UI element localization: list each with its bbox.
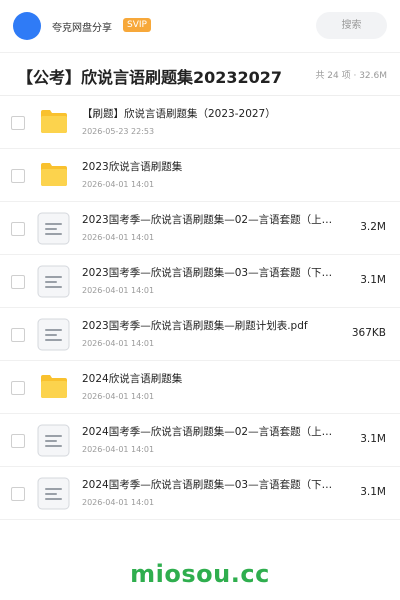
document-icon [37,477,70,510]
file-name: 2024欣说言语刷题集 [82,373,183,385]
file-date: 2026-04-01 14:01 [82,339,155,348]
file-name: 2024国考季—欣说言语刷题集—02—言语套题（上… [82,426,333,438]
file-row[interactable]: 2023国考季—欣说言语刷题集—刷题计划表.pdf 2026-04-01 14:… [0,308,400,361]
document-icon [37,212,70,245]
file-row[interactable]: 2024欣说言语刷题集 2026-04-01 14:01 [0,361,400,414]
document-icon [37,318,70,351]
file-date: 2026-04-01 14:01 [82,286,155,295]
share-header: 夸克网盘分享 SVIP 搜索 [0,0,400,53]
row-checkbox[interactable] [11,381,25,395]
file-size: 3.1M [360,274,386,286]
row-checkbox[interactable] [11,222,25,236]
file-date: 2026-04-01 14:01 [82,180,155,189]
file-row[interactable]: 2023国考季—欣说言语刷题集—03—言语套题（下… 2026-04-01 14… [0,255,400,308]
row-checkbox[interactable] [11,116,25,130]
file-date: 2026-04-01 14:01 [82,392,155,401]
row-checkbox[interactable] [11,434,25,448]
folder-meta: 共 24 项 · 32.6M [315,71,387,81]
folder-icon [41,163,67,186]
file-date: 2026-04-01 14:01 [82,498,155,507]
app-name: 夸克网盘分享 [52,23,112,34]
file-name: 【刷题】欣说言语刷题集（2023-2027） [82,108,276,120]
watermark: miosou.cc [130,560,270,588]
file-date: 2026-05-23 22:53 [82,127,155,136]
file-list: 【刷题】欣说言语刷题集（2023-2027） 2026-05-23 22:53 … [0,96,400,520]
avatar[interactable] [13,12,41,40]
file-date: 2026-04-01 14:01 [82,445,155,454]
document-icon [37,265,70,298]
file-size: 367KB [351,327,386,339]
file-name: 2024国考季—欣说言语刷题集—03—言语套题（下… [82,479,333,491]
file-size: 3.2M [360,221,386,233]
folder-icon [41,375,67,398]
file-row[interactable]: 【刷题】欣说言语刷题集（2023-2027） 2026-05-23 22:53 [0,96,400,149]
file-name: 2023国考季—欣说言语刷题集—刷题计划表.pdf [82,320,308,332]
document-icon [37,424,70,457]
file-row[interactable]: 2024国考季—欣说言语刷题集—03—言语套题（下… 2026-04-01 14… [0,467,400,520]
file-name: 2023国考季—欣说言语刷题集—02—言语套题（上… [82,214,333,226]
page-title: 【公考】欣说言语刷题集20232027 [17,68,283,87]
search-input[interactable]: 搜索 [316,12,387,39]
row-checkbox[interactable] [11,487,25,501]
row-checkbox[interactable] [11,169,25,183]
file-name: 2023国考季—欣说言语刷题集—03—言语套题（下… [82,267,333,279]
folder-icon [41,110,67,133]
file-row[interactable]: 2023国考季—欣说言语刷题集—02—言语套题（上… 2026-04-01 14… [0,202,400,255]
file-date: 2026-04-01 14:01 [82,233,155,242]
file-size: 3.1M [360,486,386,498]
file-size: 3.1M [360,433,386,445]
row-checkbox[interactable] [11,328,25,342]
file-name: 2023欣说言语刷题集 [82,161,183,173]
file-row[interactable]: 2024国考季—欣说言语刷题集—02—言语套题（上… 2026-04-01 14… [0,414,400,467]
file-row[interactable]: 2023欣说言语刷题集 2026-04-01 14:01 [0,149,400,202]
row-checkbox[interactable] [11,275,25,289]
svip-badge: SVIP [123,18,151,32]
